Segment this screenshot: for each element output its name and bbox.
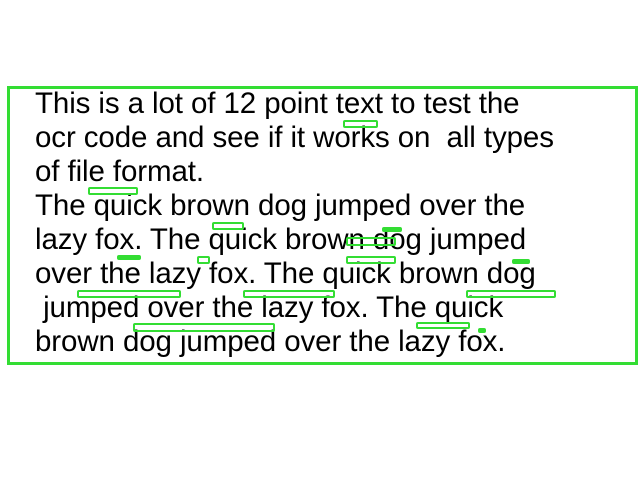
text-line-8: brown dog jumped over the lazy fox. — [35, 325, 506, 358]
detection-box — [382, 227, 402, 232]
detection-box — [133, 323, 275, 332]
detection-box — [466, 290, 556, 298]
detection-box — [212, 222, 244, 230]
detection-box — [346, 237, 396, 246]
detection-box — [512, 259, 530, 264]
detection-box — [117, 255, 141, 260]
detection-box — [197, 256, 210, 264]
text-line-1: This is a lot of 12 point text to test t… — [35, 87, 520, 120]
detection-box — [343, 120, 378, 128]
detection-box — [416, 322, 470, 329]
text-line-6: over the lazy fox. The quick brown dog — [35, 257, 536, 290]
detection-box — [478, 328, 486, 333]
document-text-block: This is a lot of 12 point text to test t… — [35, 87, 635, 359]
text-line-5: lazy fox. The quick brown dog jumped — [35, 223, 527, 256]
text-line-2: ocr code and see if it works on all type… — [35, 121, 554, 154]
text-line-3: of file format. — [35, 155, 205, 188]
detection-box — [77, 290, 181, 298]
detection-box — [243, 290, 335, 298]
detection-box — [346, 256, 396, 264]
detection-box — [88, 187, 138, 195]
